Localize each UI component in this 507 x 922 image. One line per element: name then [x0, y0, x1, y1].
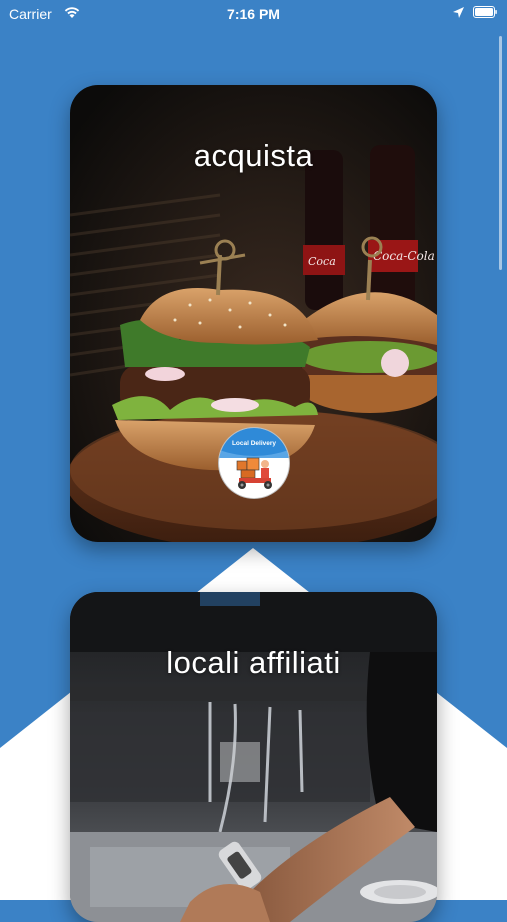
svg-text:Coca: Coca	[308, 255, 336, 268]
card-acquista[interactable]: Coca Coca-Cola acquista Local Delivery	[70, 85, 437, 542]
badge-label: Local Delivery	[231, 440, 277, 447]
delivery-scooter-icon	[219, 428, 289, 489]
clock-time: 7:16 PM	[227, 6, 280, 22]
svg-text:Coca-Cola: Coca-Cola	[373, 249, 435, 263]
local-delivery-badge[interactable]: Local Delivery	[218, 427, 290, 499]
location-arrow-icon	[453, 7, 464, 18]
scroll-indicator[interactable]	[499, 36, 502, 270]
kitchen-photo	[70, 592, 437, 922]
card-locali-affiliati[interactable]: locali affiliati	[70, 592, 437, 922]
card-title-locali-affiliati: locali affiliati	[166, 645, 341, 680]
card-title-acquista: acquista	[193, 138, 314, 173]
status-bar: Carrier 7:16 PM	[0, 0, 507, 30]
battery-icon	[473, 6, 497, 18]
